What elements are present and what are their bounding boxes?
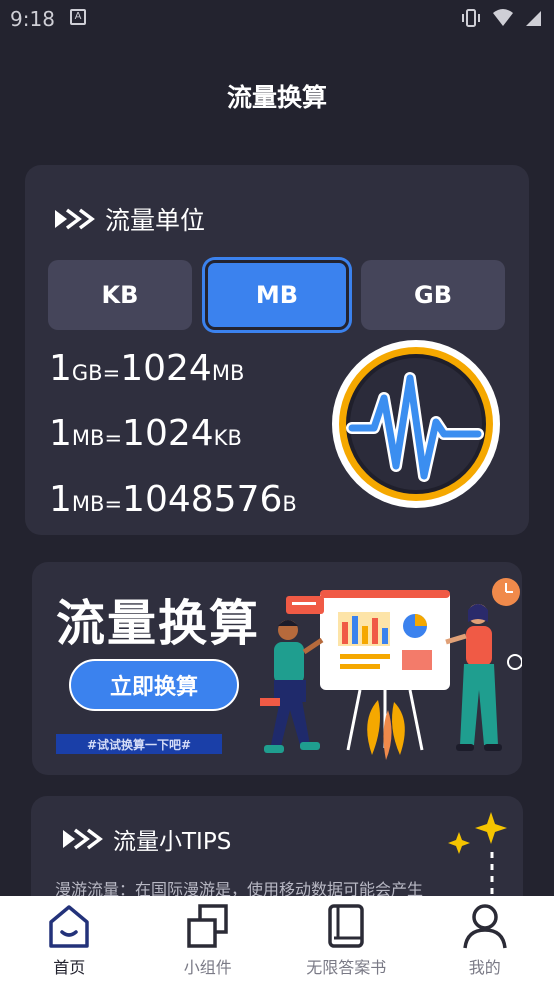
conversion-rhs-unit: KB — [213, 426, 242, 450]
conversion-lhs-unit: MB — [71, 492, 105, 516]
tips-title: 流量小TIPS — [113, 829, 232, 855]
status-bar: 9:18 A — [0, 0, 554, 38]
page-title: 流量换算 — [226, 83, 327, 112]
conversion-eq: = — [104, 492, 123, 516]
fast-forward-icon — [63, 828, 103, 850]
conversion-line: 1GB=1024MB — [49, 348, 244, 389]
tips-header: 流量小TIPS — [61, 822, 231, 856]
tab-answer-book[interactable]: 无限答案书 — [281, 896, 411, 984]
widgets-icon — [187, 904, 228, 948]
unit-section-header: 流量单位 — [53, 201, 205, 237]
conversion-rhs-num: 1048576 — [122, 479, 283, 520]
tab-label: 我的 — [468, 958, 501, 977]
status-time: 9:18 — [10, 7, 55, 31]
home-icon — [49, 905, 89, 948]
conversion-lhs-num: 1 — [49, 479, 72, 520]
conversion-rhs-unit: MB — [211, 361, 245, 385]
convert-now-button[interactable]: 立即换算 — [69, 659, 239, 711]
profile-icon — [463, 904, 507, 949]
bottom-tab-bar: 首页 小组件 无限答案书 我的 — [0, 896, 554, 984]
unit-mb-button[interactable]: MB — [205, 260, 349, 330]
conversion-line: 1MB=1024KB — [49, 413, 242, 454]
wifi-icon — [493, 9, 513, 26]
unit-card: 流量单位 KB MB GB 1GB=1024MB 1MB=1024KB 1MB=… — [25, 165, 529, 535]
signal-icon — [526, 11, 541, 26]
unit-gb-button[interactable]: GB — [361, 260, 505, 330]
fast-forward-icon — [55, 208, 95, 230]
unit-section-title: 流量单位 — [105, 206, 206, 235]
conversion-rhs-num: 1024 — [122, 413, 214, 454]
banner-tag: #试试换算一下吧# — [56, 734, 222, 754]
conversion-lhs-num: 1 — [49, 413, 72, 454]
banner-title: 流量换算 — [56, 595, 261, 652]
conversion-lhs-unit: MB — [71, 426, 105, 450]
conversion-eq: = — [104, 426, 123, 450]
pulse-icon — [332, 340, 500, 508]
book-icon — [328, 904, 364, 948]
tab-profile[interactable]: 我的 — [420, 896, 550, 984]
notification-icon: A — [70, 9, 86, 25]
unit-kb-button[interactable]: KB — [48, 260, 192, 330]
promo-banner[interactable]: 流量换算 立即换算 #试试换算一下吧# — [32, 562, 522, 775]
tab-label: 无限答案书 — [306, 958, 387, 977]
tab-label: 首页 — [53, 958, 86, 977]
tab-widgets[interactable]: 小组件 — [143, 896, 273, 984]
tab-label: 小组件 — [183, 958, 232, 977]
conversion-rhs-num: 1024 — [120, 348, 212, 389]
conversion-lhs-unit: GB — [71, 361, 103, 385]
conversion-rhs-unit: B — [282, 492, 297, 516]
tab-home[interactable]: 首页 — [4, 896, 134, 984]
presentation-illustration — [260, 578, 522, 760]
conversion-eq: = — [102, 361, 121, 385]
vibrate-icon — [462, 9, 480, 27]
status-icons — [460, 8, 542, 28]
conversion-line: 1MB=1048576B — [49, 479, 297, 520]
conversion-lhs-num: 1 — [49, 348, 72, 389]
